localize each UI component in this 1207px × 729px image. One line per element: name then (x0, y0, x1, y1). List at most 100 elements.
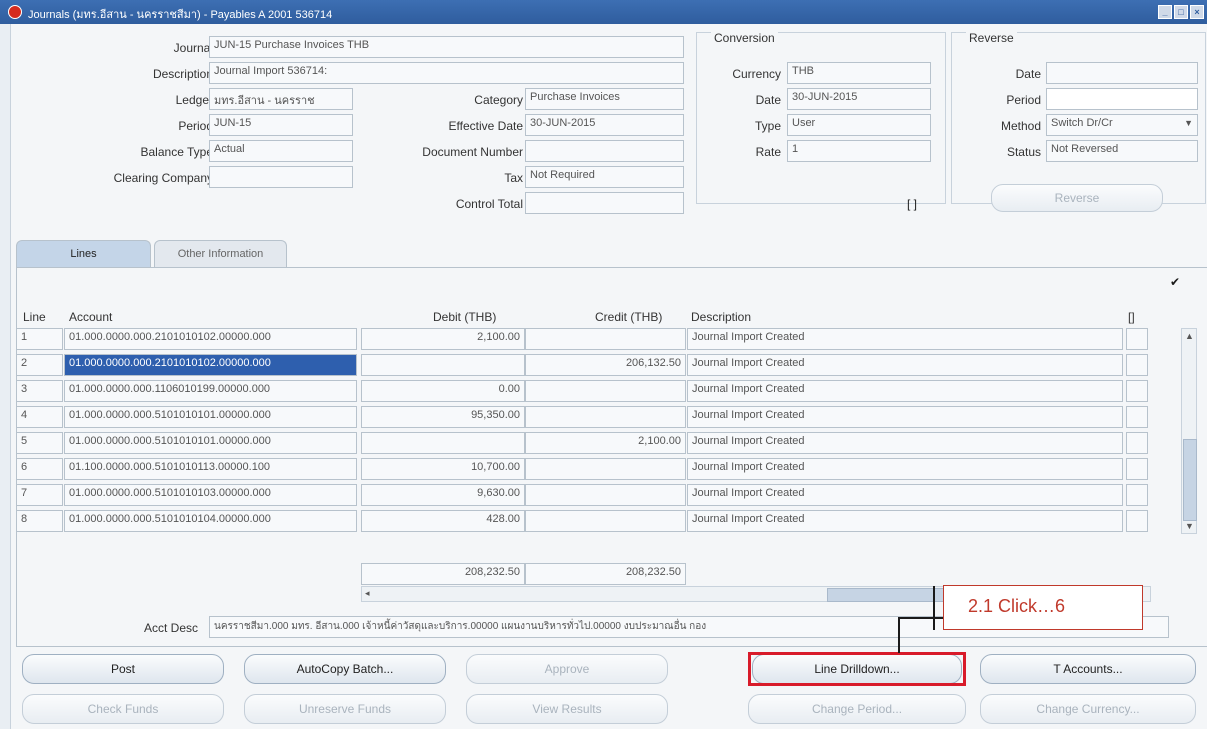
approve-button[interactable]: Approve (466, 654, 668, 684)
row-description[interactable]: Journal Import Created (687, 432, 1123, 454)
conversion-date-field[interactable]: 30-JUN-2015 (787, 88, 931, 110)
row-flex-field[interactable] (1126, 406, 1148, 428)
row-credit[interactable]: 206,132.50 (525, 354, 686, 376)
row-debit[interactable] (361, 354, 525, 376)
scroll-down-icon[interactable]: ▼ (1185, 521, 1194, 531)
control-total-field[interactable] (525, 192, 684, 214)
row-debit[interactable]: 9,630.00 (361, 484, 525, 506)
row-line-number[interactable]: 1 (16, 328, 63, 350)
row-description[interactable]: Journal Import Created (687, 328, 1123, 350)
row-description[interactable]: Journal Import Created (687, 406, 1123, 428)
tab-lines[interactable]: Lines (16, 240, 151, 268)
row-credit[interactable] (525, 380, 686, 402)
row-credit[interactable] (525, 458, 686, 480)
change-period-button[interactable]: Change Period... (748, 694, 966, 724)
document-number-field[interactable] (525, 140, 684, 162)
row-flex-field[interactable] (1126, 510, 1148, 532)
reverse-date-field[interactable] (1046, 62, 1198, 84)
clearing-company-label: Clearing Company (113, 171, 213, 185)
row-description[interactable]: Journal Import Created (687, 354, 1123, 376)
column-header-debit: Debit (THB) (433, 310, 497, 324)
rate-label: Rate (755, 145, 781, 159)
view-results-button[interactable]: View Results (466, 694, 668, 724)
type-field[interactable]: User (787, 114, 931, 136)
tab-other-information[interactable]: Other Information (154, 240, 287, 268)
method-select[interactable]: Switch Dr/Cr ▼ (1046, 114, 1198, 136)
conversion-flex-bracket[interactable]: [ ] (907, 197, 917, 211)
minimize-icon[interactable]: _ (1158, 5, 1172, 19)
maximize-icon[interactable]: □ (1174, 5, 1188, 19)
unreserve-funds-button[interactable]: Unreserve Funds (244, 694, 446, 724)
scroll-thumb[interactable] (1183, 439, 1197, 521)
change-currency-button[interactable]: Change Currency... (980, 694, 1196, 724)
scroll-left-icon[interactable]: ◂ (365, 588, 370, 599)
row-credit[interactable]: 2,100.00 (525, 432, 686, 454)
row-line-number[interactable]: 2 (16, 354, 63, 376)
row-debit[interactable]: 0.00 (361, 380, 525, 402)
row-debit[interactable] (361, 432, 525, 454)
row-line-number[interactable]: 3 (16, 380, 63, 402)
row-account[interactable]: 01.000.0000.000.5101010103.00000.000 (64, 484, 357, 506)
row-debit[interactable]: 95,350.00 (361, 406, 525, 428)
description-field[interactable]: Journal Import 536714: (209, 62, 684, 84)
row-account[interactable]: 01.000.0000.000.1106010199.00000.000 (64, 380, 357, 402)
row-debit[interactable]: 428.00 (361, 510, 525, 532)
row-flex-field[interactable] (1126, 432, 1148, 454)
callout-leader-drop (898, 617, 900, 653)
journal-field[interactable]: JUN-15 Purchase Invoices THB (209, 36, 684, 58)
tax-label: Tax (504, 171, 523, 185)
row-account[interactable]: 01.000.0000.000.5101010101.00000.000 (64, 406, 357, 428)
period-field[interactable]: JUN-15 (209, 114, 353, 136)
row-debit[interactable]: 10,700.00 (361, 458, 525, 480)
balance-type-field[interactable]: Actual (209, 140, 353, 162)
row-account[interactable]: 01.000.0000.000.5101010104.00000.000 (64, 510, 357, 532)
row-description[interactable]: Journal Import Created (687, 380, 1123, 402)
scroll-up-icon[interactable]: ▲ (1185, 331, 1194, 341)
lines-vertical-scrollbar[interactable]: ▲ ▼ (1181, 328, 1197, 534)
check-funds-button[interactable]: Check Funds (22, 694, 224, 724)
t-accounts-button[interactable]: T Accounts... (980, 654, 1196, 684)
row-description[interactable]: Journal Import Created (687, 510, 1123, 532)
row-flex-field[interactable] (1126, 354, 1148, 376)
row-credit[interactable] (525, 328, 686, 350)
row-line-number[interactable]: 5 (16, 432, 63, 454)
row-credit[interactable] (525, 484, 686, 506)
rate-field[interactable]: 1 (787, 140, 931, 162)
reverse-button[interactable]: Reverse (991, 184, 1163, 212)
tax-field[interactable]: Not Required (525, 166, 684, 188)
column-header-description: Description (691, 310, 752, 324)
row-line-number[interactable]: 8 (16, 510, 63, 532)
row-account[interactable]: 01.000.0000.000.2101010102.00000.000 (64, 328, 357, 350)
row-description[interactable]: Journal Import Created (687, 484, 1123, 506)
row-flex-field[interactable] (1126, 380, 1148, 402)
clearing-company-field[interactable] (209, 166, 353, 188)
row-account[interactable]: 01.000.0000.000.5101010101.00000.000 (64, 432, 357, 454)
journal-label: Journal (173, 41, 213, 55)
row-credit[interactable] (525, 406, 686, 428)
row-flex-field[interactable] (1126, 484, 1148, 506)
autocopy-batch-button[interactable]: AutoCopy Batch... (244, 654, 446, 684)
row-account[interactable]: 01.000.0000.000.2101010102.00000.000 (64, 354, 357, 376)
oracle-logo-icon (8, 5, 22, 19)
horizontal-scroll-thumb[interactable] (827, 588, 949, 602)
ledger-label: Ledger (175, 93, 213, 107)
effective-date-field[interactable]: 30-JUN-2015 (525, 114, 684, 136)
row-line-number[interactable]: 4 (16, 406, 63, 428)
row-flex-field[interactable] (1126, 328, 1148, 350)
close-icon[interactable]: × (1190, 5, 1204, 19)
dropdown-arrow-icon[interactable]: ▼ (1184, 118, 1193, 128)
checkmark-icon[interactable]: ✔ (1170, 275, 1180, 289)
row-line-number[interactable]: 7 (16, 484, 63, 506)
method-value: Switch Dr/Cr (1051, 117, 1113, 129)
currency-field[interactable]: THB (787, 62, 931, 84)
row-description[interactable]: Journal Import Created (687, 458, 1123, 480)
row-debit[interactable]: 2,100.00 (361, 328, 525, 350)
row-flex-field[interactable] (1126, 458, 1148, 480)
post-button[interactable]: Post (22, 654, 224, 684)
row-account[interactable]: 01.100.0000.000.5101010113.00000.100 (64, 458, 357, 480)
ledger-field[interactable]: มทร.อีสาน - นครราช (209, 88, 353, 110)
category-field[interactable]: Purchase Invoices (525, 88, 684, 110)
row-credit[interactable] (525, 510, 686, 532)
row-line-number[interactable]: 6 (16, 458, 63, 480)
reverse-period-field[interactable] (1046, 88, 1198, 110)
